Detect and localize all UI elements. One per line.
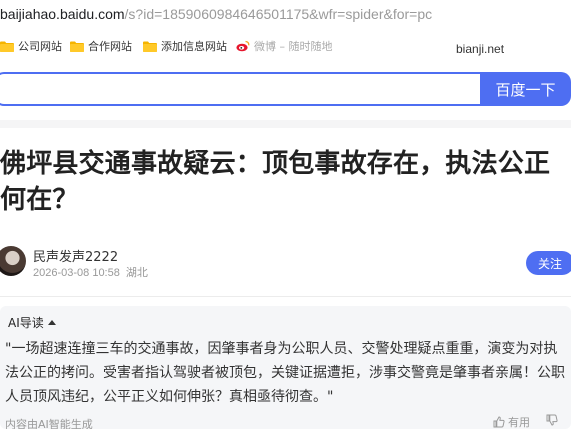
section-divider <box>0 120 571 128</box>
brand-label: bianji.net <box>456 42 505 56</box>
address-path: /s?id=1859060984646501175&wfr=spider&for… <box>124 6 433 22</box>
follow-button[interactable]: 关注 <box>526 251 571 275</box>
thumbs-down-icon <box>546 414 558 426</box>
ai-generated-note: 内容由AI智能生成 <box>5 418 93 429</box>
folder-icon <box>143 41 157 52</box>
ai-summary-toggle[interactable]: AI导读 <box>8 314 56 331</box>
bookmark-label: 公司网站 <box>18 40 62 53</box>
search-bar: 百度一下 <box>0 72 571 106</box>
useful-button[interactable]: 有用 <box>493 414 530 429</box>
article-title: 佛坪县交通事故疑云：顶包事故存在，执法公正何在？ <box>0 149 551 215</box>
useful-label: 有用 <box>508 416 530 429</box>
search-input[interactable] <box>0 72 498 106</box>
caret-up-icon <box>47 320 56 325</box>
author-meta: 2026-03-08 10:58 湖北 <box>33 264 148 280</box>
avatar[interactable] <box>0 246 26 276</box>
folder-icon <box>70 41 84 52</box>
bookmark-weibo[interactable]: 微博 – 随时随地 <box>236 36 333 56</box>
page: baijiahao.baidu.com/s?id=185906098464650… <box>0 0 571 429</box>
bookmark-partner-sites[interactable]: 合作网站 <box>70 36 132 56</box>
weibo-icon <box>236 40 250 52</box>
thumbs-up-icon <box>493 416 505 428</box>
address-url[interactable]: baijiahao.baidu.com/s?id=185906098464650… <box>0 6 432 22</box>
ai-summary-text: "一场超速连撞三车的交通事故，因肇事者身为公职人员、交警处理疑点重重，演变为对执… <box>5 341 565 405</box>
ai-summary-box: AI导读 "一场超速连撞三车的交通事故，因肇事者身为公职人员、交警处理疑点重重，… <box>0 306 571 429</box>
folder-icon <box>0 41 14 52</box>
bookmark-label: 合作网站 <box>88 40 132 53</box>
not-useful-button[interactable] <box>546 414 561 426</box>
address-host: baijiahao.baidu.com <box>0 6 125 22</box>
ai-summary-heading: AI导读 <box>8 316 44 330</box>
publish-time: 2026-03-08 10:58 <box>33 267 120 279</box>
bookmark-label: 微博 – 随时随地 <box>254 40 333 53</box>
bookmark-label: 添加信息网站 <box>161 40 227 53</box>
bookmark-add-info-sites[interactable]: 添加信息网站 <box>143 36 227 56</box>
address-bar[interactable]: baijiahao.baidu.com/s?id=185906098464650… <box>0 0 571 30</box>
publish-location: 湖北 <box>125 267 148 279</box>
bookmark-company-sites[interactable]: 公司网站 <box>0 36 62 56</box>
author-name[interactable]: 民声发声2222 <box>33 246 118 265</box>
author-divider <box>0 296 571 297</box>
search-button[interactable]: 百度一下 <box>480 72 571 106</box>
